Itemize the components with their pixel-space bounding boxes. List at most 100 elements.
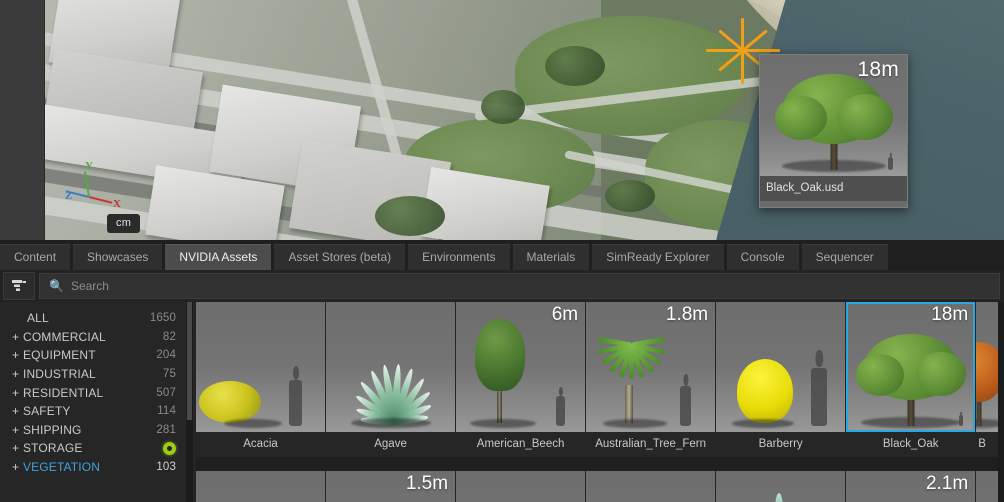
tab-environments[interactable]: Environments (408, 244, 510, 270)
asset-thumbnail: 6m (456, 302, 586, 432)
asset-card-row2-5[interactable] (716, 471, 846, 502)
asset-size-label: 1.5m (405, 473, 449, 494)
sidebar-item-count: 507 (156, 386, 176, 399)
drag-preview-filename: Black_Oak.usd (760, 176, 907, 201)
asset-name-label: Agave (326, 432, 456, 457)
human-scale-figure (959, 415, 964, 426)
asset-card-agave[interactable]: Agave (326, 302, 456, 457)
search-input[interactable]: 🔍 Search (39, 273, 1000, 299)
sidebar-item-label: EQUIPMENT (23, 348, 96, 363)
sidebar-item-industrial[interactable]: + INDUSTRIAL 75 (0, 365, 186, 384)
tab-materials[interactable]: Materials (512, 244, 590, 270)
axis-y-label: Y (85, 160, 93, 172)
sidebar-item-label: COMMERCIAL (23, 329, 106, 344)
drag-preview-tooltip: 18m Black_Oak.usd (759, 54, 908, 208)
sidebar-item-equipment[interactable]: + EQUIPMENT 204 (0, 346, 186, 365)
asset-card-row2-2[interactable]: 1.5m (326, 471, 456, 502)
tab-console[interactable]: Console (726, 244, 799, 270)
tree-cluster (605, 180, 655, 212)
grid-row-gap (196, 457, 1004, 471)
asset-name-label: Barberry (716, 432, 846, 457)
drag-preview-thumbnail: 18m (760, 55, 907, 176)
sidebar-item-label: VEGETATION (23, 460, 101, 475)
sidebar-item-shipping[interactable]: + SHIPPING 281 (0, 421, 186, 440)
asset-name-label: Acacia (196, 432, 326, 457)
human-scale-figure (556, 396, 566, 426)
filter-tree-icon[interactable] (3, 272, 35, 300)
sidebar-item-count: 281 (156, 423, 176, 436)
asset-grid-row: 1.5m 2.1m (196, 471, 1004, 502)
tab-nvidia-assets[interactable]: NVIDIA Assets (165, 244, 272, 270)
drag-preview-size-label: 18m (857, 58, 899, 81)
sidebar-scrollbar[interactable] (186, 302, 193, 502)
asset-card-row2-3[interactable] (456, 471, 586, 502)
asset-thumbnail: 1.8m (586, 302, 716, 432)
asset-thumbnail (716, 471, 846, 502)
sidebar-item-residential[interactable]: + RESIDENTIAL 507 (0, 383, 186, 402)
tab-simready-explorer[interactable]: SimReady Explorer (592, 244, 724, 270)
expander[interactable]: + (12, 404, 23, 418)
sidebar-item-count: 103 (156, 461, 176, 474)
expander[interactable]: + (12, 348, 23, 362)
panel-tab-bar: Content Showcases NVIDIA Assets Asset St… (0, 240, 1004, 271)
sidebar-item-commercial[interactable]: + COMMERCIAL 82 (0, 328, 186, 347)
sidebar-item-all[interactable]: ALL 1650 (0, 309, 186, 328)
sidebar-item-count: 114 (157, 405, 176, 418)
grid-scrollbar[interactable] (998, 302, 1004, 502)
sidebar-item-count: 204 (156, 349, 176, 362)
asset-thumbnail (456, 471, 586, 502)
human-scale-figure (811, 368, 828, 426)
sidebar-item-storage[interactable]: + STORAGE (0, 439, 186, 458)
expander[interactable]: + (12, 460, 23, 474)
asset-name-label: American_Beech (456, 432, 586, 457)
plant-silhouette (343, 360, 439, 426)
asset-thumbnail: 18m (846, 302, 976, 432)
sidebar-item-safety[interactable]: + SAFETY 114 (0, 402, 186, 421)
omniverse-app-window: X Y Z cm 18m Black_Oak.usd Content Showc… (0, 0, 1004, 502)
sidebar-item-label: SHIPPING (23, 422, 82, 437)
category-tree: ALL 1650 + COMMERCIAL 82 + EQUIPMENT 204… (0, 302, 186, 502)
expander[interactable]: + (12, 386, 23, 400)
tree-cluster (545, 46, 605, 86)
asset-size-label: 18m (931, 304, 969, 325)
tab-sequencer[interactable]: Sequencer (801, 244, 888, 270)
asset-card-black-oak[interactable]: 18m Black_Oak (846, 302, 976, 457)
plant-silhouette (855, 334, 966, 428)
search-icon: 🔍 (49, 279, 64, 293)
expander[interactable]: + (12, 441, 23, 455)
asset-card-row2-1[interactable] (196, 471, 326, 502)
asset-card-row2-4[interactable] (586, 471, 716, 502)
sidebar-item-vegetation[interactable]: + VEGETATION 103 (0, 458, 186, 477)
asset-card-barberry[interactable]: Barberry (716, 302, 846, 457)
sidebar-item-label: RESIDENTIAL (23, 385, 104, 400)
unit-badge[interactable]: cm (107, 214, 141, 233)
expander[interactable]: + (12, 367, 23, 381)
asset-grid-row: Acacia Agave 6m American_Beech 1.8m Aust… (196, 302, 1004, 457)
human-scale-figure (680, 386, 692, 426)
left-tool-gutter[interactable] (0, 0, 45, 240)
sidebar-item-label: STORAGE (23, 441, 83, 456)
asset-thumbnail (196, 471, 326, 502)
tree-cluster (375, 196, 445, 236)
search-placeholder: Search (70, 279, 109, 293)
axis-x-line (88, 196, 113, 204)
axis-z-label: Z (65, 190, 73, 202)
asset-card-american-beech[interactable]: 6m American_Beech (456, 302, 586, 457)
3d-viewport[interactable]: X Y Z cm 18m Black_Oak.usd (45, 0, 1004, 240)
axis-gizmo[interactable]: X Y Z (65, 160, 131, 210)
loading-spinner-icon (163, 441, 176, 455)
asset-card-row2-6[interactable]: 2.1m (846, 471, 976, 502)
asset-card-australian-tree-fern[interactable]: 1.8m Australian_Tree_Fern (586, 302, 716, 457)
plant-silhouette (198, 381, 261, 423)
tab-showcases[interactable]: Showcases (73, 244, 163, 270)
expander[interactable]: + (12, 423, 23, 437)
tab-content[interactable]: Content (0, 244, 71, 270)
asset-card-acacia[interactable]: Acacia (196, 302, 326, 457)
expander[interactable]: + (12, 330, 23, 344)
tab-asset-stores[interactable]: Asset Stores (beta) (274, 244, 406, 270)
axis-x-label: X (113, 198, 121, 210)
plant-silhouette (474, 319, 525, 423)
asset-size-label: 1.8m (665, 304, 709, 325)
asset-thumbnail (326, 302, 456, 432)
sidebar-item-count: 1650 (149, 312, 176, 325)
